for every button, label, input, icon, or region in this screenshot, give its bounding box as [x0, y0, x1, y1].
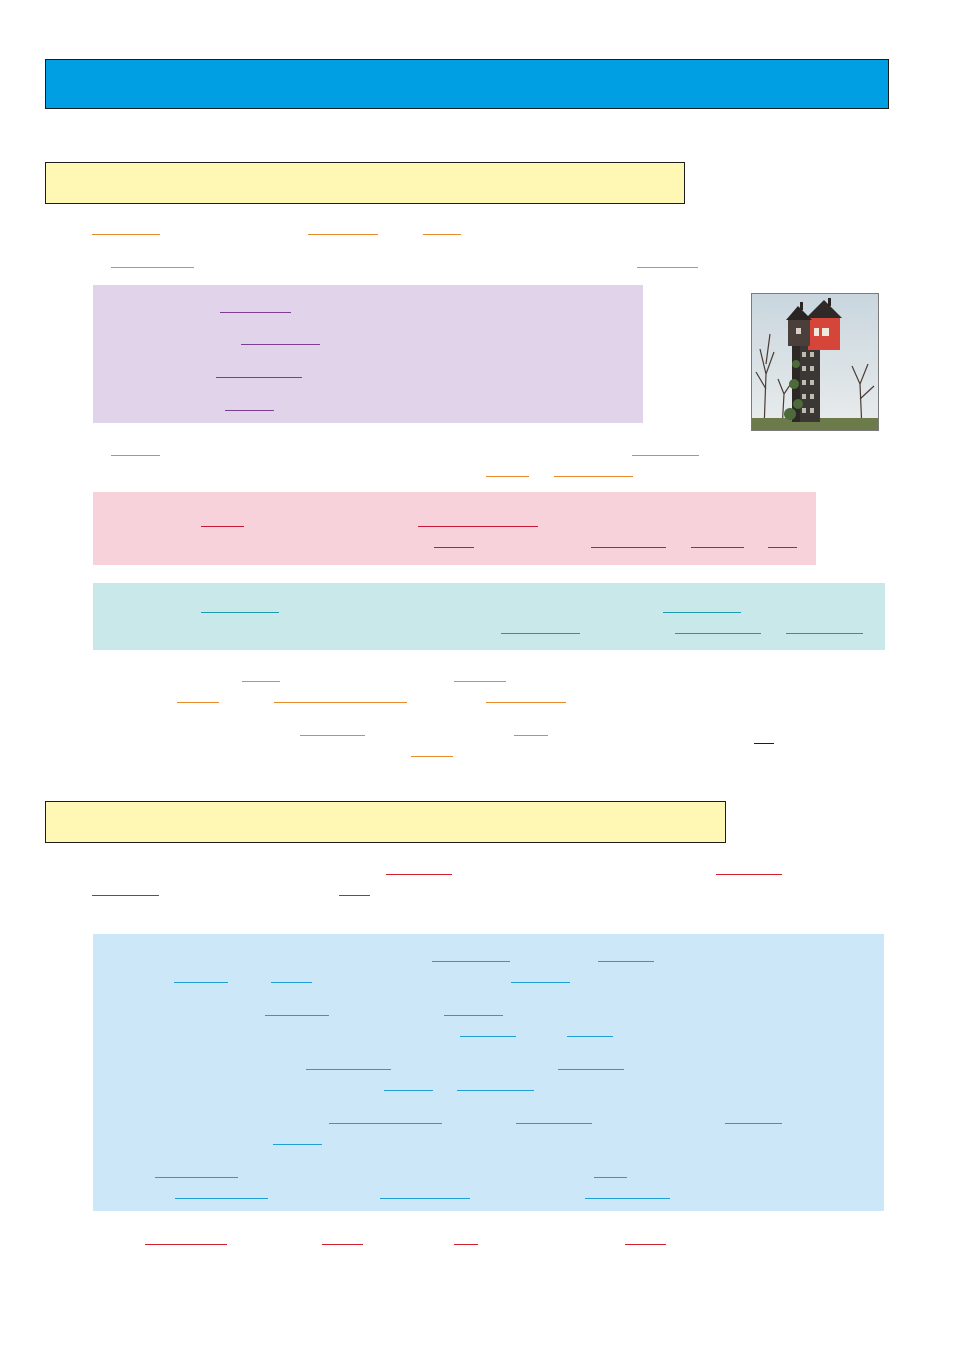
pink-exercise-box: [93, 492, 816, 565]
blank-line[interactable]: [418, 526, 538, 527]
blank-line[interactable]: [92, 234, 160, 235]
blank-line[interactable]: [220, 312, 291, 313]
blank-line[interactable]: [411, 756, 453, 757]
blank-line[interactable]: [386, 874, 452, 875]
blank-line[interactable]: [691, 547, 744, 548]
blank-line[interactable]: [145, 1244, 227, 1245]
blank-line[interactable]: [632, 455, 699, 456]
blank-line[interactable]: [225, 410, 274, 411]
blank-line[interactable]: [434, 547, 474, 548]
blue-exercise-box: [93, 934, 884, 1211]
blank-line[interactable]: [516, 1123, 592, 1124]
blank-line[interactable]: [675, 633, 761, 634]
blank-line[interactable]: [111, 455, 160, 456]
blank-line[interactable]: [155, 1177, 238, 1178]
blank-line[interactable]: [457, 1090, 534, 1091]
blank-line[interactable]: [265, 1015, 329, 1016]
blank-line[interactable]: [175, 1198, 268, 1199]
blank-line[interactable]: [271, 982, 312, 983]
blank-line[interactable]: [554, 476, 633, 477]
blank-line[interactable]: [92, 895, 159, 896]
blank-line[interactable]: [716, 874, 782, 875]
blank-line[interactable]: [625, 1244, 666, 1245]
blank-line[interactable]: [322, 1244, 363, 1245]
blank-line[interactable]: [201, 526, 244, 527]
blank-line[interactable]: [637, 267, 698, 268]
blank-line[interactable]: [585, 1198, 670, 1199]
tower-house-image: [752, 294, 878, 430]
blank-line[interactable]: [274, 702, 407, 703]
blank-line[interactable]: [177, 702, 219, 703]
blank-line[interactable]: [460, 1036, 516, 1037]
blank-line[interactable]: [273, 1144, 322, 1145]
blank-line[interactable]: [300, 735, 365, 736]
blank-line[interactable]: [201, 612, 279, 613]
blank-line[interactable]: [423, 234, 461, 235]
blank-line[interactable]: [454, 1244, 478, 1245]
blank-line[interactable]: [432, 961, 510, 962]
blank-line[interactable]: [511, 982, 570, 983]
blank-line[interactable]: [380, 1198, 470, 1199]
blank-line[interactable]: [486, 476, 529, 477]
blank-line[interactable]: [663, 612, 741, 613]
teal-exercise-box: [93, 583, 885, 650]
purple-exercise-box: [93, 285, 643, 423]
blank-line[interactable]: [339, 895, 370, 896]
blank-line[interactable]: [384, 1090, 433, 1091]
blank-line[interactable]: [444, 1015, 503, 1016]
blank-line[interactable]: [306, 1069, 391, 1070]
blank-line[interactable]: [111, 267, 194, 268]
section-2-header: [45, 801, 726, 843]
blank-line[interactable]: [486, 702, 566, 703]
blank-line[interactable]: [216, 377, 302, 378]
blank-line[interactable]: [754, 743, 774, 744]
blank-line[interactable]: [725, 1123, 782, 1124]
blank-line[interactable]: [567, 1036, 613, 1037]
blank-line[interactable]: [174, 982, 228, 983]
blank-line[interactable]: [501, 633, 580, 634]
section-1-header: [45, 162, 685, 204]
blank-line[interactable]: [329, 1123, 442, 1124]
page-title-bar: [45, 59, 889, 109]
blank-line[interactable]: [514, 735, 548, 736]
blank-line[interactable]: [598, 961, 654, 962]
tower-house-photo: [751, 293, 879, 431]
blank-line[interactable]: [594, 1177, 627, 1178]
blank-line[interactable]: [308, 234, 378, 235]
blank-line[interactable]: [786, 633, 863, 634]
blank-line[interactable]: [242, 681, 280, 682]
blank-line[interactable]: [591, 547, 666, 548]
blank-line[interactable]: [558, 1069, 624, 1070]
blank-line[interactable]: [241, 344, 320, 345]
blank-line[interactable]: [454, 681, 506, 682]
blank-line[interactable]: [768, 547, 797, 548]
